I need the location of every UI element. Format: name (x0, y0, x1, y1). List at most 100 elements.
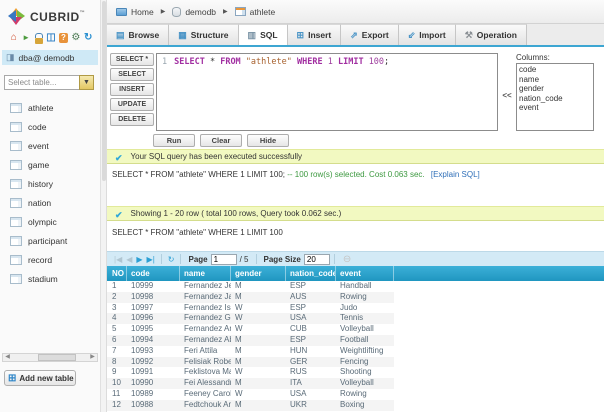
tab-operation[interactable]: Operation (456, 24, 527, 45)
table-row[interactable]: 510995Fernandez An...WCUBVolleyball (107, 324, 394, 335)
table-row[interactable]: 310997Fernandez Is...WESPJudo (107, 303, 394, 314)
grid-header-cell[interactable]: event (336, 266, 394, 281)
table-icon (10, 160, 22, 170)
table-cell: 1 (107, 281, 127, 292)
table-cell: W (231, 313, 286, 324)
sidebar-table-item[interactable]: olympic (0, 212, 100, 231)
sql-editor-area: SELECT * SELECT INSERT UPDATE DELETE 1SELECT… (107, 53, 604, 131)
sql-template-button[interactable]: INSERT (110, 83, 154, 96)
sidebar-table-item[interactable]: nation (0, 193, 100, 212)
sql-code-editor[interactable]: 1SELECT * FROM "athlete" WHERE 1 LIMIT 1… (156, 53, 498, 131)
sql-action-button[interactable]: Run (153, 134, 195, 147)
table-row[interactable]: 110999Fernandez Je...MESPHandball (107, 281, 394, 292)
tab-export[interactable]: Export (341, 24, 398, 45)
sidebar-vertical-scrollbar[interactable] (100, 0, 107, 412)
scroll-right-icon[interactable]: ▶ (88, 354, 97, 361)
table-row[interactable]: 1210988Fedtchouk AndriMUKRBoxing (107, 400, 394, 411)
table-row[interactable]: 710993Feri AttilaMHUNWeightlifting (107, 346, 394, 357)
column-list-item[interactable]: gender (519, 84, 593, 94)
lock-icon[interactable] (33, 31, 44, 44)
sql-action-button[interactable]: Clear (200, 134, 242, 147)
sidebar-table-item[interactable]: code (0, 117, 100, 136)
breadcrumb-database[interactable]: demodb (172, 7, 216, 17)
prev-page-icon[interactable]: ◀ (124, 255, 134, 264)
tab-structure[interactable]: Structure (169, 24, 238, 45)
tab-import[interactable]: Import (399, 24, 456, 45)
scrollbar-thumb[interactable] (38, 354, 76, 361)
tab-insert[interactable]: Insert (288, 24, 342, 45)
columns-listbox[interactable]: codenamegendernation_codeevent (516, 63, 594, 131)
table-icon (10, 274, 22, 284)
table-row[interactable]: 210998Fernandez Ja...MAUSRowing (107, 292, 394, 303)
collapse-columns-button[interactable]: << (498, 53, 516, 131)
table-row[interactable]: 910991Feklistova MariaWRUSShooting (107, 367, 394, 378)
table-icon (235, 7, 246, 16)
tab-browse[interactable]: Browse (107, 24, 169, 45)
table-cell: 10993 (127, 346, 180, 357)
table-cell: Fernandez Ja... (180, 292, 231, 303)
explain-sql-link[interactable]: [Explain SQL] (431, 170, 480, 179)
table-select-value[interactable]: Select table... (4, 75, 80, 90)
column-list-item[interactable]: name (519, 75, 593, 85)
sql-template-button[interactable]: DELETE (110, 113, 154, 126)
database-icon[interactable] (45, 31, 56, 44)
grid-header-cell[interactable]: code (127, 266, 180, 281)
column-list-item[interactable]: code (519, 65, 593, 75)
tab-icon (465, 31, 473, 40)
page-size-input[interactable] (304, 254, 330, 265)
scrollbar-thumb[interactable] (102, 1, 106, 181)
sql-template-button[interactable]: SELECT (110, 68, 154, 81)
sql-action-button[interactable]: Hide (247, 134, 289, 147)
table-row[interactable]: 1010990Fei AlessandroMITAVolleyball (107, 378, 394, 389)
page-size-label: Page Size (264, 255, 301, 264)
sidebar-table-item[interactable]: athlete (0, 98, 100, 117)
table-cell: M (231, 346, 286, 357)
refresh-icon[interactable]: ↻ (166, 255, 177, 264)
tab-sql[interactable]: SQL (239, 24, 288, 45)
first-page-icon[interactable]: |◀ (112, 255, 124, 264)
table-cell: 10997 (127, 303, 180, 314)
settings-icon[interactable] (70, 31, 81, 44)
column-list-item[interactable]: nation_code (519, 94, 593, 104)
page-input[interactable] (211, 254, 237, 265)
table-cell: Felisiak Robert (180, 357, 231, 368)
sql-token: "athlete" (246, 57, 292, 67)
grid-header-cell[interactable]: nation_code (286, 266, 336, 281)
sidebar-table-item[interactable]: record (0, 250, 100, 269)
remove-icon[interactable]: ⊖ (343, 254, 351, 265)
scrollbar-track[interactable] (12, 354, 88, 361)
logout-icon[interactable] (20, 31, 31, 44)
help-icon[interactable] (58, 31, 69, 44)
sidebar-table-item[interactable]: history (0, 174, 100, 193)
table-row[interactable]: 810992Felisiak RobertMGERFencing (107, 357, 394, 368)
table-row[interactable]: 410996Fernandez GigiWUSATennis (107, 313, 394, 324)
main-panel: Home ▶ demodb ▶ athlete Browse Structure (107, 0, 604, 412)
sidebar-table-item[interactable]: game (0, 155, 100, 174)
add-new-table-button[interactable]: Add new table (4, 370, 76, 386)
breadcrumb-table[interactable]: athlete (235, 7, 276, 17)
tab-label: Structure (191, 30, 229, 40)
grid-header-cell[interactable]: NO (107, 266, 127, 281)
sidebar-table-item[interactable]: event (0, 136, 100, 155)
table-cell: Fernandez Je... (180, 281, 231, 292)
next-page-icon[interactable]: ▶ (134, 255, 144, 264)
table-row[interactable]: 1110989Feeney CarolWUSARowing (107, 389, 394, 400)
sidebar-table-item[interactable]: stadium (0, 269, 100, 288)
refresh-icon[interactable] (83, 31, 94, 44)
sql-token: * (205, 57, 220, 67)
sql-template-button[interactable]: UPDATE (110, 98, 154, 111)
line-number: 1 (162, 57, 167, 67)
scroll-left-icon[interactable]: ◀ (3, 354, 12, 361)
column-list-item[interactable]: event (519, 103, 593, 113)
sidebar-table-item[interactable]: participant (0, 231, 100, 250)
grid-header-cell[interactable]: name (180, 266, 231, 281)
breadcrumb-home[interactable]: Home (116, 7, 154, 17)
grid-header-cell[interactable]: gender (231, 266, 286, 281)
sql-template-button[interactable]: SELECT * (110, 53, 154, 66)
sidebar-horizontal-scrollbar[interactable]: ◀ ▶ (2, 353, 98, 362)
last-page-icon[interactable]: ▶| (145, 255, 157, 264)
connection-item[interactable]: dba@ demodb (2, 50, 98, 65)
table-row[interactable]: 610994Fernandez Ab...MESPFootball (107, 335, 394, 346)
home-icon[interactable] (8, 31, 19, 44)
chevron-down-icon[interactable]: ▼ (79, 75, 94, 90)
